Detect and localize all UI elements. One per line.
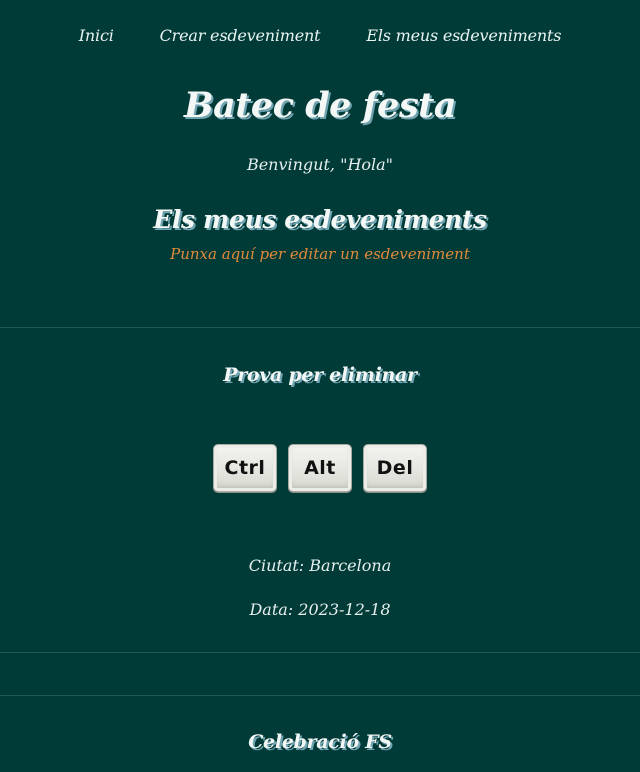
keycap-alt: Alt [288, 444, 352, 492]
main-nav: Inici Crear esdeveniment Els meus esdeve… [0, 0, 640, 74]
nav-link-inici[interactable]: Inici [79, 26, 114, 45]
edit-event-link[interactable]: Punxa aquí per editar un esdeveniment [0, 243, 640, 265]
event-date: Data: 2023-12-18 [249, 600, 391, 619]
event-card[interactable]: Prova per eliminar Ctrl Alt Del Ciutat: … [0, 328, 640, 652]
event-card[interactable]: Celebració FS [0, 696, 640, 772]
section-title: Els meus esdeveniments [153, 205, 487, 234]
keycap-del: Del [363, 444, 427, 492]
nav-link-crear-esdeveniment[interactable]: Crear esdeveniment [160, 26, 321, 45]
page: Inici Crear esdeveniment Els meus esdeve… [0, 0, 640, 772]
event-title: Prova per eliminar [223, 364, 417, 386]
event-image: Ctrl Alt Del [0, 444, 640, 492]
site-title: Batec de festa [184, 85, 457, 126]
event-city: Ciutat: Barcelona [248, 556, 392, 575]
event-divider [0, 652, 640, 653]
keycap-ctrl: Ctrl [213, 444, 277, 492]
nav-link-els-meus-esdeveniments[interactable]: Els meus esdeveniments [366, 26, 561, 45]
event-title: Celebració FS [248, 731, 392, 753]
welcome-message: Benvingut, "Hola" [246, 155, 394, 174]
